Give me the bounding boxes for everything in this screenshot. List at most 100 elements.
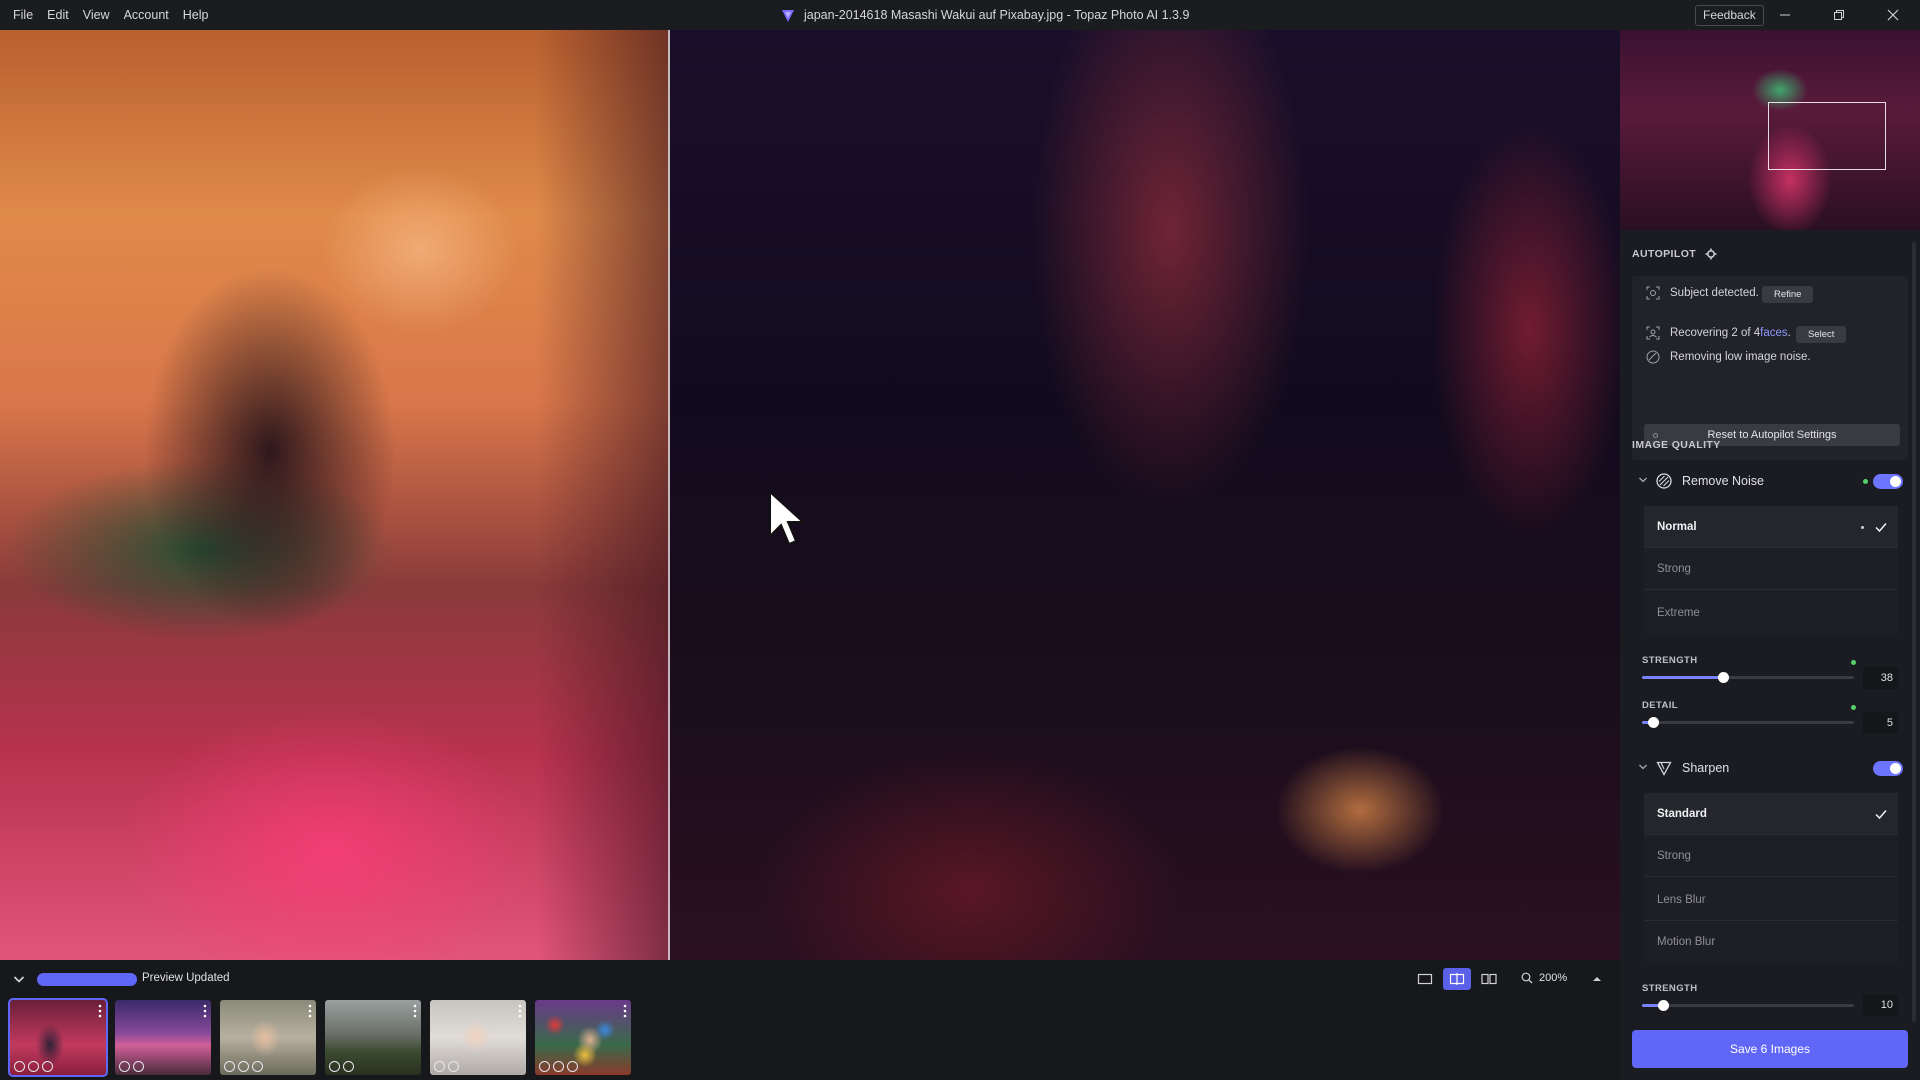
thumbnail-badges [14, 1061, 53, 1072]
faces-link[interactable]: faces [1760, 327, 1788, 339]
sharpen-mode-motion-blur[interactable]: Motion Blur [1644, 921, 1898, 963]
check-icon [1875, 523, 1887, 533]
sharpen-badge-icon [448, 1061, 459, 1072]
restore-icon[interactable] [1816, 0, 1862, 30]
side-by-side-view-button[interactable] [1475, 968, 1503, 990]
noise-badge-icon [329, 1061, 340, 1072]
split-view-button[interactable] [1443, 968, 1471, 990]
thumbnail-5[interactable] [430, 1000, 526, 1075]
noise-mode-extreme[interactable]: Extreme [1644, 592, 1898, 634]
sharpen-strength-handle[interactable] [1658, 1000, 1670, 1011]
noise-strength-slider[interactable] [1642, 672, 1854, 683]
sharpen-mode-strong[interactable]: Strong [1644, 835, 1898, 877]
close-icon[interactable] [1870, 0, 1916, 30]
noise-detail-value[interactable]: 5 [1863, 712, 1898, 734]
sharpen-toggle[interactable] [1873, 761, 1903, 776]
image-quality-label: IMAGE QUALITY [1632, 439, 1721, 451]
preview-status: Preview Updated [142, 972, 230, 984]
menu-help[interactable]: Help [176, 0, 216, 30]
more-options-icon[interactable] [623, 1004, 627, 1018]
panel-scrollbar[interactable] [1912, 242, 1916, 1022]
noise-badge-icon [238, 1061, 249, 1072]
chevron-down-icon[interactable] [12, 972, 26, 986]
sharpen-title: Sharpen [1682, 761, 1730, 775]
noise-strength-value[interactable]: 38 [1863, 667, 1898, 689]
thumbnail-1[interactable] [8, 998, 108, 1077]
zoom-control[interactable]: 200% [1521, 972, 1567, 984]
gear-icon[interactable] [1705, 248, 1717, 260]
menu-edit[interactable]: Edit [40, 0, 76, 30]
chevron-up-icon[interactable] [1591, 973, 1603, 985]
autopilot-subject-row: Subject detected. [1646, 286, 1759, 300]
menu-file[interactable]: File [6, 0, 40, 30]
more-options-icon[interactable] [98, 1004, 102, 1018]
noise-detail-dot [1851, 705, 1856, 710]
thumbnail-badges [434, 1061, 459, 1072]
more-options-icon[interactable] [308, 1004, 312, 1018]
zoom-level: 200% [1539, 972, 1568, 984]
noise-detail-handle[interactable] [1647, 717, 1659, 728]
thumbnail-badges [539, 1061, 578, 1072]
remove-noise-toggle[interactable] [1873, 474, 1903, 489]
single-view-button[interactable] [1411, 968, 1439, 990]
refine-button[interactable]: Refine [1762, 286, 1814, 303]
remove-noise-modes: Normal Strong Extreme [1644, 506, 1898, 634]
processed-preview [670, 30, 1620, 960]
autopilot-label: AUTOPILOT [1632, 248, 1697, 260]
noise-mode-normal-label: Normal [1657, 521, 1697, 533]
noise-mode-normal[interactable]: Normal [1644, 506, 1898, 548]
sharpen-mode-motion-blur-label: Motion Blur [1657, 936, 1716, 948]
more-options-icon[interactable] [518, 1004, 522, 1018]
noise-strength-handle[interactable] [1717, 672, 1729, 683]
menu-account[interactable]: Account [117, 0, 176, 30]
noise-mode-normal-dot [1861, 526, 1864, 529]
faces-text-prefix: Recovering 2 of 4 [1670, 327, 1761, 339]
chevron-down-icon[interactable] [1638, 762, 1648, 772]
comparison-split-handle[interactable] [668, 30, 670, 960]
noise-strength-label: STRENGTH [1642, 655, 1698, 666]
thumbnail-badges [119, 1061, 144, 1072]
original-preview [0, 30, 670, 960]
noise-badge-icon [434, 1061, 445, 1072]
thumbnail-3[interactable] [220, 1000, 316, 1075]
select-faces-button[interactable]: Select [1796, 326, 1847, 343]
noise-mode-strong-label: Strong [1657, 563, 1691, 575]
thumbnail-4[interactable] [325, 1000, 421, 1075]
menu-view[interactable]: View [76, 0, 117, 30]
sharpen-header[interactable]: Sharpen [1632, 753, 1908, 783]
check-icon [1875, 810, 1887, 820]
feedback-button[interactable]: Feedback [1695, 5, 1764, 26]
noise-badge-icon [553, 1061, 564, 1072]
image-viewer[interactable] [0, 30, 1620, 960]
noise-text: Removing low image noise. [1670, 351, 1811, 363]
navigator-thumbnail[interactable] [1620, 30, 1920, 230]
sharpen-mode-lens-blur-label: Lens Blur [1657, 894, 1706, 906]
sharpen-mode-lens-blur[interactable]: Lens Blur [1644, 879, 1898, 921]
thumbnail-2[interactable] [115, 1000, 211, 1075]
subject-text: Subject detected. [1670, 287, 1759, 299]
save-images-button[interactable]: Save 6 Images [1632, 1030, 1908, 1068]
more-options-icon[interactable] [413, 1004, 417, 1018]
sharpen-strength-slider[interactable] [1642, 1000, 1854, 1011]
sharpen-mode-strong-label: Strong [1657, 850, 1691, 862]
sharpen-mode-standard[interactable]: Standard [1644, 793, 1898, 835]
menu-bar: File Edit View Account Help [0, 0, 215, 30]
remove-noise-title: Remove Noise [1682, 474, 1764, 488]
face-badge-icon [14, 1061, 25, 1072]
sharpen-mode-standard-label: Standard [1657, 808, 1707, 820]
noise-mode-strong[interactable]: Strong [1644, 548, 1898, 590]
faces-text-suffix: . [1787, 327, 1791, 339]
sharpen-strength-value[interactable]: 10 [1863, 994, 1898, 1016]
chevron-down-icon[interactable] [1638, 475, 1648, 485]
more-options-icon[interactable] [203, 1004, 207, 1018]
thumbnail-badges [224, 1061, 263, 1072]
remove-noise-header[interactable]: Remove Noise [1632, 466, 1908, 496]
sharpen-strength-label: STRENGTH [1642, 983, 1698, 994]
minimize-icon[interactable] [1762, 0, 1808, 30]
preview-progress-bar [37, 973, 137, 986]
thumbnail-6[interactable] [535, 1000, 631, 1075]
subject-icon [1646, 286, 1660, 300]
noise-detail-slider[interactable] [1642, 717, 1854, 728]
navigator-viewport-box[interactable] [1768, 102, 1886, 170]
face-icon [1646, 326, 1660, 340]
